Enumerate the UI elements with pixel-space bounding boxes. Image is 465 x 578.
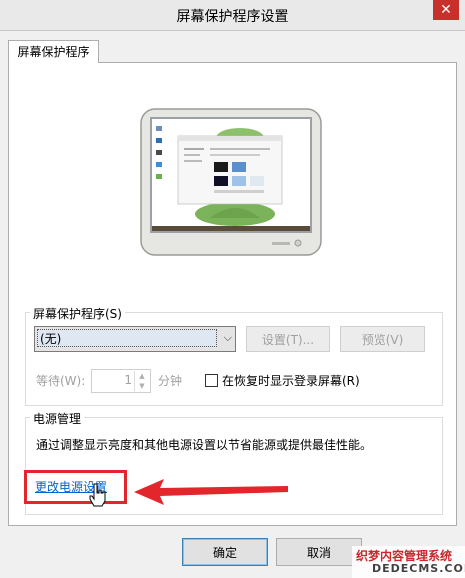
hand-cursor-icon	[89, 483, 106, 507]
resume-label: 在恢复时显示登录屏幕(R)	[222, 374, 360, 388]
monitor-preview	[140, 108, 322, 256]
preview-button[interactable]: 预览(V)	[340, 326, 425, 352]
stepper-down-icon[interactable]: ▼	[135, 381, 149, 391]
title-bar: 屏幕保护程序设置 ✕	[0, 0, 465, 31]
wait-unit: 分钟	[158, 374, 183, 388]
settings-button[interactable]: 设置(T)...	[246, 326, 330, 352]
screensaver-group-label: 屏幕保护程序(S)	[30, 305, 125, 322]
wait-stepper[interactable]: 1 ▲ ▼	[91, 369, 151, 393]
chevron-down-icon: ⌵	[223, 331, 232, 344]
window-title: 屏幕保护程序设置	[176, 9, 289, 25]
annotation-arrow	[134, 479, 288, 505]
stepper-up-icon[interactable]: ▲	[135, 371, 149, 381]
tab-label: 屏幕保护程序	[17, 45, 90, 59]
close-button[interactable]: ✕	[433, 0, 459, 20]
tab-screensaver[interactable]: 屏幕保护程序	[8, 40, 99, 63]
watermark: 织梦内容管理系统 DEDECMS.COM	[352, 546, 465, 578]
wait-label: 等待(W):	[36, 374, 86, 388]
power-group-label: 电源管理	[30, 410, 85, 427]
wait-value: 1	[124, 373, 132, 387]
watermark-line2: DEDECMS.COM	[372, 562, 465, 575]
ok-button[interactable]: 确定	[182, 538, 268, 566]
screensaver-selected-value: (无)	[37, 329, 217, 347]
resume-checkbox[interactable]	[205, 374, 218, 387]
stepper-buttons[interactable]: ▲ ▼	[134, 371, 149, 391]
screensaver-select[interactable]: (无) ⌵	[34, 326, 236, 352]
cancel-button[interactable]: 取消	[276, 538, 362, 566]
highlight-box	[24, 470, 127, 504]
power-description: 通过调整显示亮度和其他电源设置以节省能源或提供最佳性能。	[36, 438, 373, 452]
